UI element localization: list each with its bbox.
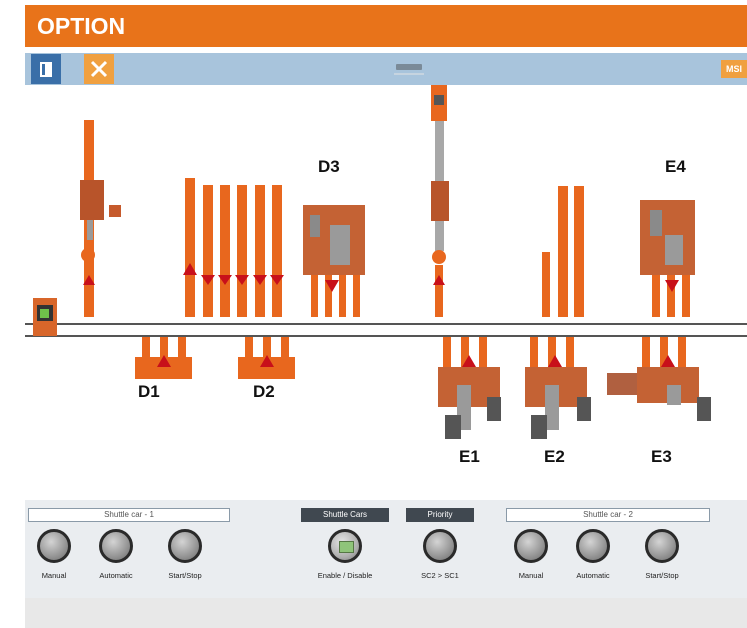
shuttle-car-1-automatic-label: Automatic — [99, 571, 133, 580]
shuttle-car-2-automatic-label: Automatic — [576, 571, 610, 580]
e1-unit — [438, 337, 501, 439]
left-column-unit — [80, 120, 121, 317]
shuttle-car-1-manual-button[interactable] — [37, 529, 71, 563]
zone-label-d2: D2 — [253, 382, 275, 401]
e2-columns — [542, 186, 584, 317]
toolbar: MSI — [25, 53, 747, 85]
e2-unit — [525, 337, 591, 439]
priority-button[interactable] — [423, 529, 457, 563]
shuttle-car-1-start-stop-label: Start/Stop — [168, 571, 202, 580]
view-indicator[interactable] — [396, 64, 422, 70]
tools-icon — [90, 60, 108, 78]
zone-label-d1: D1 — [138, 382, 160, 401]
page-title: OPTION — [37, 13, 126, 39]
zone-label-e3: E3 — [651, 447, 672, 466]
middle-column-unit — [431, 85, 449, 317]
zone-label-e4: E4 — [665, 157, 686, 176]
tools-button[interactable] — [84, 54, 114, 84]
shuttle-car — [33, 298, 57, 336]
footer-bar — [25, 598, 747, 628]
shuttle-car-1-automatic-button[interactable] — [99, 529, 133, 563]
shuttle-car-2-start-stop-label: Start/Stop — [645, 571, 679, 580]
plant-diagram — [25, 85, 747, 439]
shuttle-cars-enable-button[interactable] — [328, 529, 362, 563]
shuttle-car-2-manual-button[interactable] — [514, 529, 548, 563]
column-group-d — [183, 178, 284, 317]
view-indicator-sub — [394, 73, 424, 75]
zone-label-e1: E1 — [459, 447, 480, 466]
control-panel: Shuttle car - 1 Manual Automatic Start/S… — [25, 500, 747, 598]
title-banner: OPTION — [25, 5, 747, 47]
e3-unit — [607, 337, 711, 421]
priority-title: Priority — [406, 508, 474, 522]
plant-layout: D1 D2 D3 E1 E2 E3 E4 — [25, 85, 747, 500]
d2-unit — [238, 337, 295, 379]
zone-label-e2: E2 — [544, 447, 565, 466]
shuttle-cars-enable-label: Enable / Disable — [317, 571, 373, 580]
shuttle-cars-title: Shuttle Cars — [301, 508, 389, 522]
enable-indicator-icon — [339, 541, 354, 553]
d1-unit — [135, 337, 192, 379]
shuttle-car-1-start-stop-button[interactable] — [168, 529, 202, 563]
panel-button[interactable] — [31, 54, 61, 84]
e4-unit — [640, 200, 695, 317]
zone-label-d3: D3 — [318, 157, 340, 176]
d3-unit — [303, 205, 365, 317]
shuttle-car-2-automatic-button[interactable] — [576, 529, 610, 563]
shuttle-car-1-title: Shuttle car - 1 — [28, 508, 230, 522]
shuttle-car-2-start-stop-button[interactable] — [645, 529, 679, 563]
panel-icon — [40, 62, 52, 77]
shuttle-car-2-title: Shuttle car - 2 — [506, 508, 710, 522]
brand-tab[interactable]: MSI — [721, 60, 747, 78]
priority-label: SC2 > SC1 — [421, 571, 459, 580]
